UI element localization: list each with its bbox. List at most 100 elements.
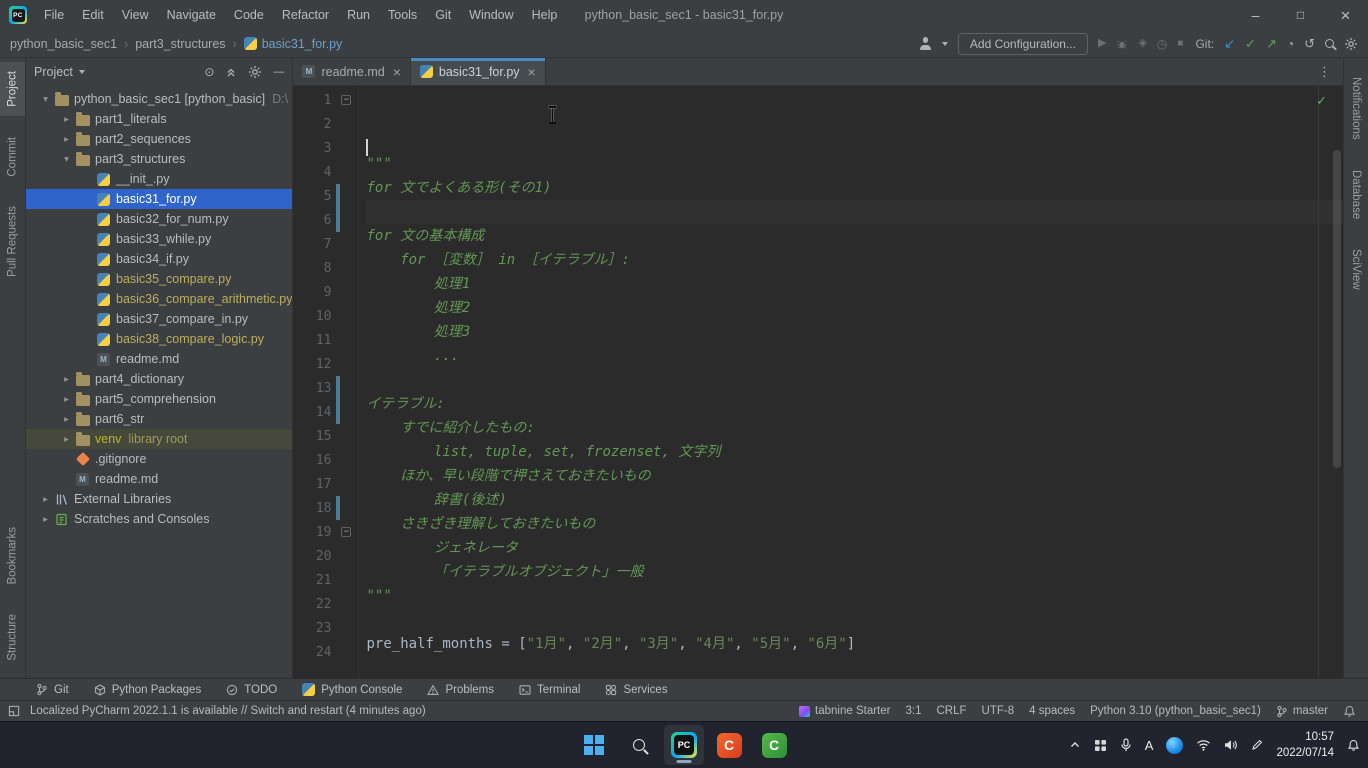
menu-tools[interactable]: Tools: [379, 0, 426, 30]
editor-scrollbar[interactable]: [1333, 150, 1341, 468]
code-line-3[interactable]: [366, 200, 1343, 224]
chevron-down-icon[interactable]: ▾: [59, 154, 74, 165]
status-master[interactable]: master: [1276, 705, 1328, 718]
gutter-line[interactable]: 15: [293, 424, 358, 448]
gutter-line[interactable]: 4: [293, 160, 358, 184]
chevron-right-icon[interactable]: ▸: [59, 114, 74, 125]
chevron-right-icon[interactable]: ▸: [59, 394, 74, 405]
code-line-7[interactable]: 処理2: [366, 296, 1343, 320]
menu-code[interactable]: Code: [225, 0, 273, 30]
status-utf-8[interactable]: UTF-8: [982, 705, 1015, 717]
taskbar-clock[interactable]: 10:57 2022/07/14: [1276, 729, 1334, 761]
status-crlf[interactable]: CRLF: [936, 705, 966, 717]
tool-stripe-pull-requests[interactable]: Pull Requests: [0, 197, 25, 286]
chevron-right-icon[interactable]: ▸: [38, 494, 53, 505]
menu-help[interactable]: Help: [523, 0, 567, 30]
code-line-11[interactable]: イテラブル:: [366, 392, 1343, 416]
gutter-line[interactable]: 16: [293, 448, 358, 472]
history-icon[interactable]: ◔: [1287, 38, 1294, 50]
code-line-18[interactable]: 「イテラブルオブジェクト」一般: [366, 560, 1343, 584]
tree-item-readme-md[interactable]: Mreadme.md: [26, 469, 292, 489]
wifi-icon[interactable]: [1196, 739, 1211, 751]
gutter-line[interactable]: 22: [293, 592, 358, 616]
code-line-10[interactable]: [366, 368, 1343, 392]
tree-item-basic35-compare-py[interactable]: basic35_compare.py: [26, 269, 292, 289]
chevron-right-icon[interactable]: ▸: [59, 434, 74, 445]
editor[interactable]: 1−2345678910111213141516171819−202122232…: [293, 86, 1343, 678]
close-tab-icon[interactable]: ×: [528, 65, 536, 79]
tree-item-basic33-while-py[interactable]: basic33_while.py: [26, 229, 292, 249]
close-tab-icon[interactable]: ×: [393, 65, 401, 79]
menu-refactor[interactable]: Refactor: [273, 0, 338, 30]
tree-item-basic34-if-py[interactable]: basic34_if.py: [26, 249, 292, 269]
toolwindow-git[interactable]: Git: [36, 683, 69, 696]
select-opened-file-icon[interactable]: ⊙: [204, 66, 214, 78]
tool-stripe-commit[interactable]: Commit: [0, 128, 25, 186]
code-line-4[interactable]: for 文の基本構成: [366, 224, 1343, 248]
menu-view[interactable]: View: [113, 0, 158, 30]
breadcrumb-item-part3-structures[interactable]: part3_structures: [135, 37, 225, 51]
maximize-button[interactable]: □: [1278, 0, 1323, 30]
code-line-12[interactable]: すでに紹介したもの:: [366, 416, 1343, 440]
chevron-right-icon[interactable]: ▸: [59, 414, 74, 425]
editor-tab-basic31-for-py[interactable]: basic31_for.py×: [411, 58, 546, 85]
gutter-line[interactable]: 9: [293, 280, 358, 304]
tree-item-readme-md[interactable]: Mreadme.md: [26, 349, 292, 369]
code-line-20[interactable]: [366, 608, 1343, 632]
status-3-1[interactable]: 3:1: [905, 705, 921, 717]
app-green-button[interactable]: C: [754, 725, 794, 765]
chevron-up-icon[interactable]: [1069, 739, 1081, 751]
tree-item-part5-comprehension[interactable]: ▸part5_comprehension: [26, 389, 292, 409]
tree-item-basic32-for-num-py[interactable]: basic32_for_num.py: [26, 209, 292, 229]
tree-item-part4-dictionary[interactable]: ▸part4_dictionary: [26, 369, 292, 389]
gutter-line[interactable]: 10: [293, 304, 358, 328]
status-python-3-10-python-basic-sec1[interactable]: Python 3.10 (python_basic_sec1): [1090, 705, 1261, 717]
toolwindow-todo[interactable]: TODO: [226, 684, 277, 696]
tree-item-part2-sequences[interactable]: ▸part2_sequences: [26, 129, 292, 149]
settings-gear-icon[interactable]: [1344, 37, 1358, 51]
code-line-16[interactable]: さきざき理解しておきたいもの: [366, 512, 1343, 536]
tree-item-part3-structures[interactable]: ▾part3_structures: [26, 149, 292, 169]
app-orange-button[interactable]: C: [709, 725, 749, 765]
tree-item-basic38-compare-logic-py[interactable]: basic38_compare_logic.py: [26, 329, 292, 349]
gutter-line[interactable]: 14: [293, 400, 358, 424]
close-button[interactable]: ×: [1323, 0, 1368, 30]
menu-navigate[interactable]: Navigate: [158, 0, 225, 30]
menu-file[interactable]: File: [35, 0, 73, 30]
gutter-line[interactable]: 20: [293, 544, 358, 568]
code-area[interactable]: """for 文でよくある形(その1)for 文の基本構成 for ［変数］ i…: [359, 86, 1343, 678]
mic-icon[interactable]: [1120, 738, 1132, 752]
gutter-line[interactable]: 21: [293, 568, 358, 592]
settings-gear-icon[interactable]: [248, 65, 262, 79]
status-notifications-icon[interactable]: [1343, 705, 1356, 718]
chevron-right-icon[interactable]: ▸: [59, 134, 74, 145]
minimize-button[interactable]: –: [1233, 0, 1278, 30]
code-line-5[interactable]: for ［変数］ in ［イテラブル］:: [366, 248, 1343, 272]
tool-stripe-database[interactable]: Database: [1344, 161, 1368, 228]
code-line-13[interactable]: list, tuple, set, frozenset, 文字列: [366, 440, 1343, 464]
breadcrumb-item-basic31-for-py[interactable]: basic31_for.py: [244, 37, 343, 51]
ime-a-icon[interactable]: A: [1145, 739, 1154, 752]
tree-item-basic31-for-py[interactable]: basic31_for.py: [26, 189, 292, 209]
toolwindow-problems[interactable]: Problems: [427, 684, 494, 696]
inspection-status-icon[interactable]: ✓: [1316, 94, 1327, 107]
tree-item-init-py[interactable]: __init_.py: [26, 169, 292, 189]
fold-icon[interactable]: −: [341, 95, 351, 105]
chevron-right-icon[interactable]: ▸: [38, 514, 53, 525]
toolwindow-python-packages[interactable]: Python Packages: [94, 684, 202, 696]
code-line-1[interactable]: """: [366, 152, 1343, 176]
status-4-spaces[interactable]: 4 spaces: [1029, 705, 1075, 717]
menu-window[interactable]: Window: [460, 0, 522, 30]
status-tabnine-starter[interactable]: tabnine Starter: [799, 705, 890, 717]
gutter-line[interactable]: 19−: [293, 520, 358, 544]
code-line-19[interactable]: """: [366, 584, 1343, 608]
stop-icon[interactable]: ■: [1177, 39, 1183, 49]
editor-tab-readme-md[interactable]: Mreadme.md×: [293, 58, 410, 85]
gutter-line[interactable]: 6: [293, 208, 358, 232]
tree-item-gitignore[interactable]: .gitignore: [26, 449, 292, 469]
chevron-down-icon[interactable]: [79, 70, 85, 74]
chevron-down-icon[interactable]: ▾: [38, 94, 53, 105]
play-icon[interactable]: ▶: [1098, 38, 1106, 49]
update-project-icon[interactable]: ↙: [1224, 37, 1235, 50]
orb-icon[interactable]: [1166, 737, 1183, 754]
